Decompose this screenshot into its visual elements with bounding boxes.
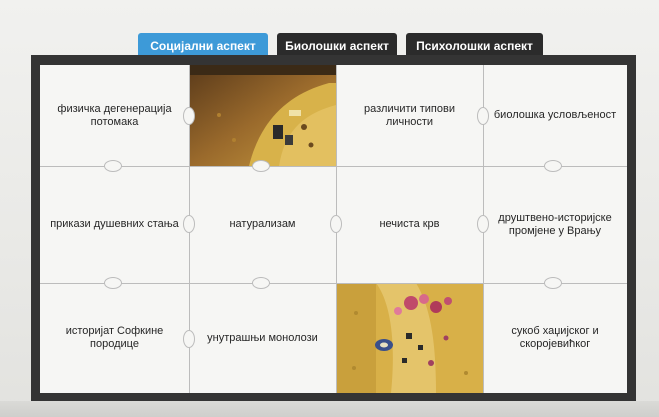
klimt-painting-fragment-top: [189, 65, 336, 166]
puzzle-piece[interactable]: физичка дегенерација потомака: [40, 65, 189, 166]
puzzle-piece[interactable]: унутрашњи монолози: [189, 283, 336, 393]
puzzle-piece-label: сукоб хаџијског и скоројевићког: [511, 325, 599, 350]
puzzle-piece[interactable]: натурализам: [189, 166, 336, 283]
klimt-painting-fragment-bottom: [336, 283, 483, 393]
puzzle-knob: [183, 107, 195, 125]
puzzle-knob: [330, 215, 342, 233]
screen-bezel: [0, 401, 659, 417]
puzzle-piece-label: биолошка условљеност: [493, 109, 617, 121]
puzzle-piece-image-top[interactable]: [189, 65, 336, 166]
puzzle-knob: [183, 330, 195, 348]
puzzle-piece[interactable]: друштвено-историјске промјене у Врању: [483, 166, 627, 283]
puzzle-piece-label: нечиста крв: [379, 218, 440, 230]
puzzle-knob: [104, 160, 122, 172]
puzzle-piece[interactable]: различити типови личности: [336, 65, 483, 166]
puzzle-grid: физичка дегенерација потомака различити …: [40, 65, 627, 393]
puzzle-knob: [252, 277, 270, 289]
puzzle-knob: [252, 160, 270, 172]
puzzle-piece-label: натурализам: [229, 218, 296, 230]
puzzle-piece-label: историјат Софкине породице: [65, 325, 164, 350]
puzzle-piece-label: прикази душевних стања: [50, 218, 179, 230]
puzzle-knob: [104, 277, 122, 289]
tab-bar: Социјални аспект Биолошки аспект Психоло…: [0, 0, 659, 60]
puzzle-piece[interactable]: прикази душевних стања: [40, 166, 189, 283]
puzzle-piece[interactable]: сукоб хаџијског и скоројевићког: [483, 283, 627, 393]
puzzle-piece-label: друштвено-историјске промјене у Врању: [498, 211, 612, 237]
seam-divider: [40, 166, 627, 167]
puzzle-piece[interactable]: историјат Софкине породице: [40, 283, 189, 393]
puzzle-piece-label: различити типови личности: [364, 102, 455, 128]
seam-divider: [40, 283, 627, 284]
puzzle-piece-label: унутрашњи монолози: [207, 331, 318, 344]
puzzle-piece[interactable]: биолошка условљеност: [483, 65, 627, 166]
puzzle-knob: [544, 277, 562, 289]
puzzle-knob: [544, 160, 562, 172]
puzzle-piece[interactable]: нечиста крв: [336, 166, 483, 283]
puzzle-knob: [183, 215, 195, 233]
puzzle-piece-label: физичка дегенерација потомака: [57, 102, 172, 128]
puzzle-knob: [477, 107, 489, 125]
puzzle-knob: [477, 215, 489, 233]
puzzle-board: физичка дегенерација потомака различити …: [31, 55, 636, 401]
puzzle-piece-image-bottom[interactable]: [336, 283, 483, 393]
